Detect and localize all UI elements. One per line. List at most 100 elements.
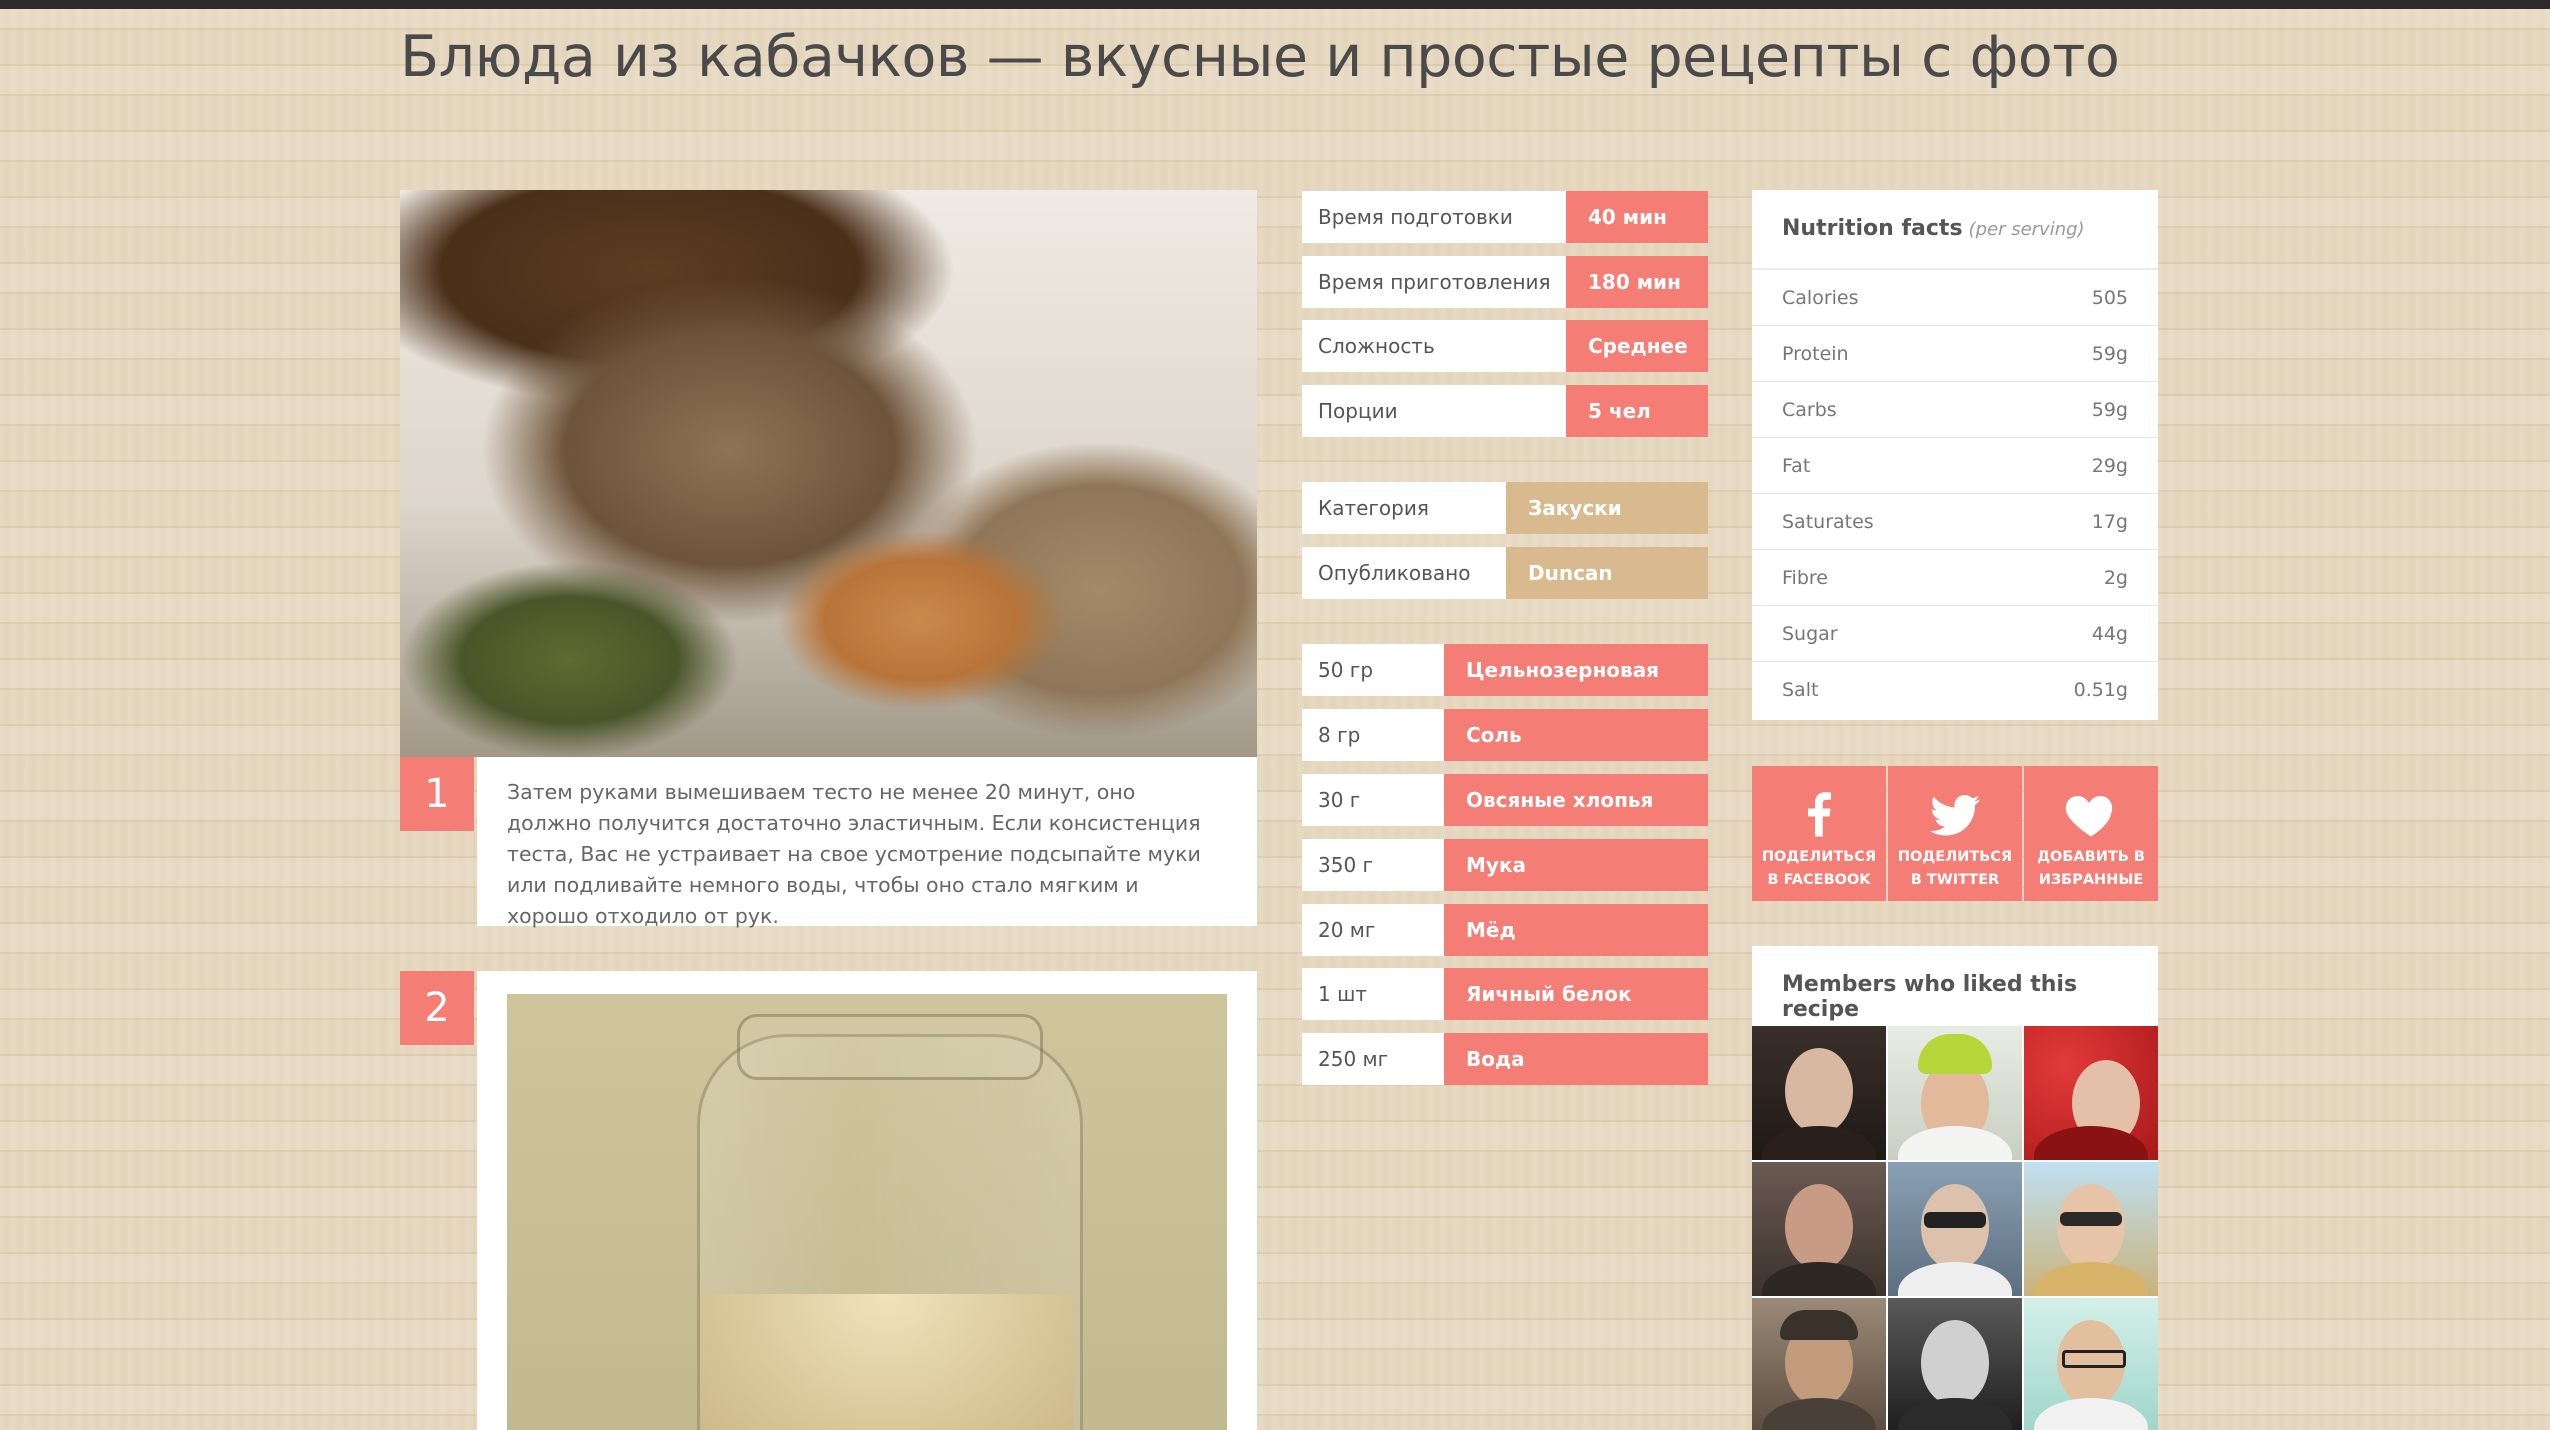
ingredient-name: Вода [1444,1033,1708,1085]
share-facebook-button[interactable]: Поделиться в Facebook [1752,766,1886,901]
member-avatar[interactable] [2024,1162,2158,1296]
nutrition-row: Saturates 17g [1752,494,2158,550]
nutrition-value: 59g [2091,398,2128,421]
info-label: Сложность [1302,320,1566,372]
ingredient-name: Яичный белок [1444,968,1708,1020]
ingredient-amount: 30 г [1302,774,1444,826]
ingredient-amount: 350 г [1302,839,1444,891]
avatar-glasses [2062,1350,2126,1368]
nutrition-label: Fibre [1782,566,1828,589]
share-twitter-button[interactable]: Поделиться в Twitter [1888,766,2022,901]
nutrition-subtitle: (per serving) [1968,219,2085,240]
avatar-face [1785,1184,1853,1270]
members-liked-panel: Members who liked this recipe [1752,946,2158,1430]
info-row-difficulty: Сложность Среднее [1302,320,1708,372]
twitter-icon [1888,784,2022,844]
ingredient-row: 20 мг Мёд [1302,904,1708,956]
share-facebook-label: Поделиться в Facebook [1761,849,1877,888]
add-to-favorites-button[interactable]: Добавить в избранные [2024,766,2158,901]
ingredient-row: 8 гр Соль [1302,709,1708,761]
jar-neck-shape [737,1014,1043,1080]
ingredient-amount: 250 мг [1302,1033,1444,1085]
info-row-prep-time: Время подготовки 40 мин [1302,191,1708,243]
nutrition-label: Fat [1782,454,1811,477]
avatar-face [1785,1048,1853,1134]
member-avatar[interactable] [1888,1298,2022,1430]
ingredient-row: 50 гр Цельнозерновая [1302,644,1708,696]
category-link[interactable]: Закуски [1506,482,1708,534]
add-to-favorites-label: Добавить в избранные [2037,849,2145,888]
avatar-shoulders [1898,1398,2012,1430]
meta-label: Категория [1302,482,1506,534]
nutrition-row: Protein 59g [1752,326,2158,382]
nutrition-title: Nutrition facts [1782,216,1963,241]
nutrition-row: Calories 505 [1752,270,2158,326]
ingredient-amount: 8 гр [1302,709,1444,761]
avatar-shoulders [1762,1262,1876,1296]
info-row-cook-time: Время приготовления 180 мин [1302,256,1708,308]
ingredient-name: Соль [1444,709,1708,761]
avatar-hat [1918,1034,1992,1074]
nutrition-row: Carbs 59g [1752,382,2158,438]
nutrition-label: Carbs [1782,398,1837,421]
member-avatar[interactable] [2024,1298,2158,1430]
nutrition-row: Salt 0.51g [1752,662,2158,718]
dough-shape [700,1294,1074,1430]
info-value: 40 мин [1566,191,1708,243]
avatar-sunglasses [1924,1212,1986,1228]
step-number: 2 [400,971,474,1045]
info-value: 5 чел [1566,385,1708,437]
nutrition-label: Sugar [1782,622,1838,645]
avatar-hat [1780,1310,1858,1340]
page-title: Блюда из кабачков — вкусные и простые ре… [400,24,2120,90]
facebook-icon [1752,784,1886,844]
nutrition-label: Salt [1782,679,1819,701]
meta-row-author: Опубликовано Duncan [1302,547,1708,599]
avatar-shoulders [1898,1126,2012,1160]
ingredient-name: Мука [1444,839,1708,891]
member-avatar[interactable] [2024,1026,2158,1160]
avatar-face [1921,1320,1989,1406]
author-link[interactable]: Duncan [1506,547,1708,599]
avatar-shoulders [1762,1126,1876,1160]
member-avatar[interactable] [1752,1026,1886,1160]
nutrition-value: 29g [2091,454,2128,477]
nutrition-label: Calories [1782,286,1859,309]
step-image [507,994,1227,1430]
nutrition-value: 44g [2091,622,2128,645]
nutrition-row: Fibre 2g [1752,550,2158,606]
step-number: 1 [400,757,474,831]
nutrition-label: Saturates [1782,510,1874,533]
meta-label: Опубликовано [1302,547,1506,599]
ingredient-amount: 20 мг [1302,904,1444,956]
info-label: Время подготовки [1302,191,1566,243]
nutrition-header: Nutrition facts (per serving) [1752,190,2158,270]
ingredient-row: 30 г Овсяные хлопья [1302,774,1708,826]
share-twitter-label: Поделиться в Twitter [1897,849,2013,888]
members-title: Members who liked this recipe [1782,972,2078,1022]
avatar-sunglasses [2060,1212,2122,1226]
nutrition-value: 2g [2103,566,2128,589]
avatar-shoulders [1762,1398,1876,1430]
nutrition-row: Sugar 44g [1752,606,2158,662]
nutrition-value: 0.51g [2073,679,2128,701]
nutrition-facts-panel: Nutrition facts (per serving) Calories 505… [1752,190,2158,720]
ingredient-amount: 50 гр [1302,644,1444,696]
avatar-face [2057,1184,2125,1270]
info-value: 180 мин [1566,256,1708,308]
member-avatar[interactable] [1752,1162,1886,1296]
member-avatar[interactable] [1888,1026,2022,1160]
top-bar [0,0,2550,9]
ingredient-name: Овсяные хлопья [1444,774,1708,826]
nutrition-value: 17g [2091,510,2128,533]
ingredient-row: 250 мг Вода [1302,1033,1708,1085]
ingredient-name: Мёд [1444,904,1708,956]
member-avatar[interactable] [1888,1162,2022,1296]
member-avatar[interactable] [1752,1298,1886,1430]
info-row-servings: Порции 5 чел [1302,385,1708,437]
avatar-shoulders [2034,1398,2148,1430]
nutrition-label: Protein [1782,342,1849,365]
nutrition-row: Fat 29g [1752,438,2158,494]
info-label: Порции [1302,385,1566,437]
info-label: Время приготовления [1302,256,1566,308]
